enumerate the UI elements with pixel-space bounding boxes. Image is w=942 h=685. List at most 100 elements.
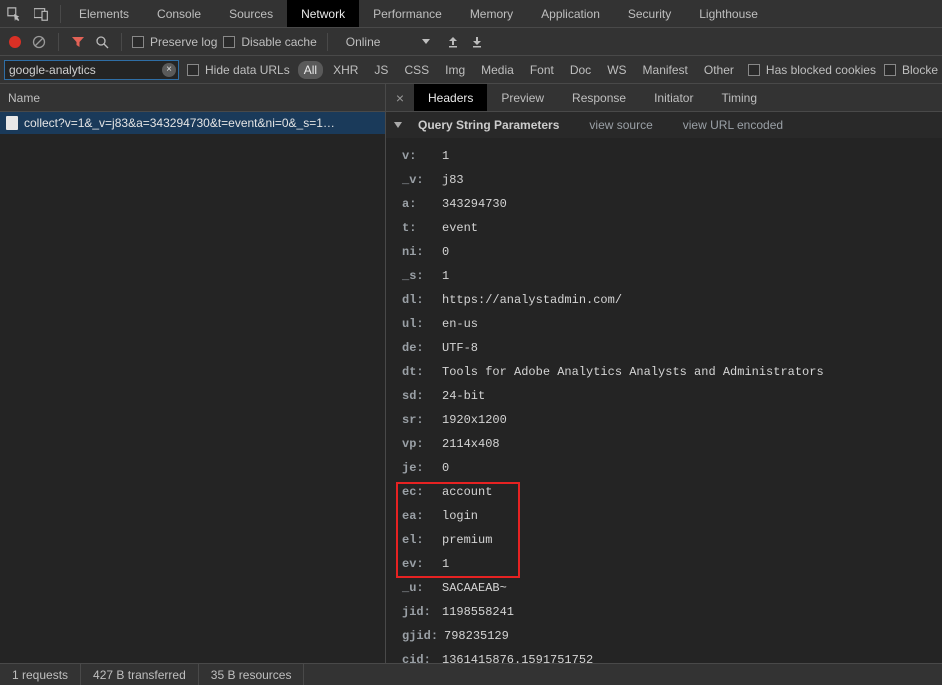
detail-tab-response[interactable]: Response <box>558 84 640 111</box>
param-key: _v <box>402 168 436 192</box>
section-header[interactable]: Query String Parameters view source view… <box>386 112 942 138</box>
type-filter-xhr[interactable]: XHR <box>327 61 364 79</box>
view-url-encoded-link[interactable]: view URL encoded <box>683 118 783 132</box>
filter-input-wrap: × <box>4 60 179 80</box>
param-key: sr <box>402 408 436 432</box>
disclosure-triangle-icon <box>394 122 402 128</box>
detail-tab-timing[interactable]: Timing <box>707 84 771 111</box>
param-row: a343294730 <box>400 192 942 216</box>
param-key: jid <box>402 600 436 624</box>
param-row: _uSACAAEAB~ <box>400 576 942 600</box>
network-toolbar: Preserve log Disable cache Online <box>0 28 942 56</box>
record-icon[interactable] <box>6 33 24 51</box>
request-name: collect?v=1&_v=j83&a=343294730&t=event&n… <box>24 116 335 130</box>
param-key: a <box>402 192 436 216</box>
main-tab-sources[interactable]: Sources <box>215 0 287 27</box>
main-tab-lighthouse[interactable]: Lighthouse <box>685 0 772 27</box>
disable-cache-checkbox[interactable]: Disable cache <box>223 35 316 49</box>
param-row: sd24-bit <box>400 384 942 408</box>
param-row: je0 <box>400 456 942 480</box>
status-resources: 35 B resources <box>199 664 305 685</box>
param-row: gjid798235129 <box>400 624 942 648</box>
inspect-icon[interactable] <box>0 0 28 28</box>
view-source-link[interactable]: view source <box>589 118 652 132</box>
clear-icon[interactable] <box>30 33 48 51</box>
request-row[interactable]: collect?v=1&_v=j83&a=343294730&t=event&n… <box>0 112 385 134</box>
param-row: _vj83 <box>400 168 942 192</box>
type-filter-doc[interactable]: Doc <box>564 61 597 79</box>
clear-filter-icon[interactable]: × <box>162 63 176 77</box>
param-key: dl <box>402 288 436 312</box>
main-tab-memory[interactable]: Memory <box>456 0 527 27</box>
status-bar: 1 requests 427 B transferred 35 B resour… <box>0 663 942 685</box>
download-icon[interactable] <box>468 33 486 51</box>
main-tab-console[interactable]: Console <box>143 0 215 27</box>
type-filter-media[interactable]: Media <box>475 61 520 79</box>
main-tabbar: ElementsConsoleSourcesNetworkPerformance… <box>0 0 942 28</box>
main-tab-performance[interactable]: Performance <box>359 0 456 27</box>
param-value: en-us <box>442 312 478 336</box>
param-value: 24-bit <box>442 384 485 408</box>
preserve-log-checkbox[interactable]: Preserve log <box>132 35 217 49</box>
param-key: t <box>402 216 436 240</box>
blocked-requests-checkbox[interactable]: Blocke <box>884 63 938 77</box>
param-value: https://analystadmin.com/ <box>442 288 622 312</box>
param-key: el <box>402 528 436 552</box>
param-key: ul <box>402 312 436 336</box>
throttle-select[interactable]: Online <box>338 35 439 49</box>
search-icon[interactable] <box>93 33 111 51</box>
param-row: dtTools for Adobe Analytics Analysts and… <box>400 360 942 384</box>
blocked-cookies-checkbox[interactable]: Has blocked cookies <box>748 63 876 77</box>
close-icon[interactable]: × <box>386 84 414 111</box>
upload-icon[interactable] <box>444 33 462 51</box>
param-row: dlhttps://analystadmin.com/ <box>400 288 942 312</box>
detail-tab-initiator[interactable]: Initiator <box>640 84 707 111</box>
blocked-cookies-label: Has blocked cookies <box>766 63 876 77</box>
param-row: deUTF-8 <box>400 336 942 360</box>
param-value: 1 <box>442 144 449 168</box>
name-column-header[interactable]: Name <box>0 84 385 112</box>
param-key: ec <box>402 480 436 504</box>
detail-tabs: × HeadersPreviewResponseInitiatorTiming <box>386 84 942 112</box>
status-requests: 1 requests <box>0 664 81 685</box>
main-tab-network[interactable]: Network <box>287 0 359 27</box>
type-filter-font[interactable]: Font <box>524 61 560 79</box>
param-key: dt <box>402 360 436 384</box>
param-key: de <box>402 336 436 360</box>
main-tab-application[interactable]: Application <box>527 0 614 27</box>
filter-icon[interactable] <box>69 33 87 51</box>
type-filter-all[interactable]: All <box>298 61 323 79</box>
param-row: ev1 <box>400 552 942 576</box>
param-value: 1 <box>442 552 449 576</box>
params-list: v1_vj83a343294730teventni0_s1dlhttps://a… <box>386 138 942 663</box>
device-toggle-icon[interactable] <box>28 0 56 28</box>
param-value: 2114x408 <box>442 432 500 456</box>
param-key: cid <box>402 648 436 663</box>
param-value: account <box>442 480 492 504</box>
type-filter-manifest[interactable]: Manifest <box>637 61 694 79</box>
param-value: 0 <box>442 456 449 480</box>
type-filter-js[interactable]: JS <box>368 61 394 79</box>
param-key: sd <box>402 384 436 408</box>
filter-input[interactable] <box>9 63 160 77</box>
main-tab-elements[interactable]: Elements <box>65 0 143 27</box>
param-value: event <box>442 216 478 240</box>
detail-tab-preview[interactable]: Preview <box>487 84 558 111</box>
param-row: _s1 <box>400 264 942 288</box>
type-filter-ws[interactable]: WS <box>601 61 632 79</box>
type-filter-css[interactable]: CSS <box>398 61 435 79</box>
file-icon <box>6 116 18 130</box>
param-value: 1361415876.1591751752 <box>442 648 593 663</box>
type-filter-img[interactable]: Img <box>439 61 471 79</box>
hide-data-urls-label: Hide data URLs <box>205 63 290 77</box>
param-key: ev <box>402 552 436 576</box>
main-tab-security[interactable]: Security <box>614 0 685 27</box>
preserve-log-label: Preserve log <box>150 35 217 49</box>
type-filter-other[interactable]: Other <box>698 61 740 79</box>
param-row: vp2114x408 <box>400 432 942 456</box>
param-row: elpremium <box>400 528 942 552</box>
param-row: tevent <box>400 216 942 240</box>
detail-tab-headers[interactable]: Headers <box>414 84 487 111</box>
param-value: SACAAEAB~ <box>442 576 507 600</box>
hide-data-urls-checkbox[interactable]: Hide data URLs <box>187 63 290 77</box>
